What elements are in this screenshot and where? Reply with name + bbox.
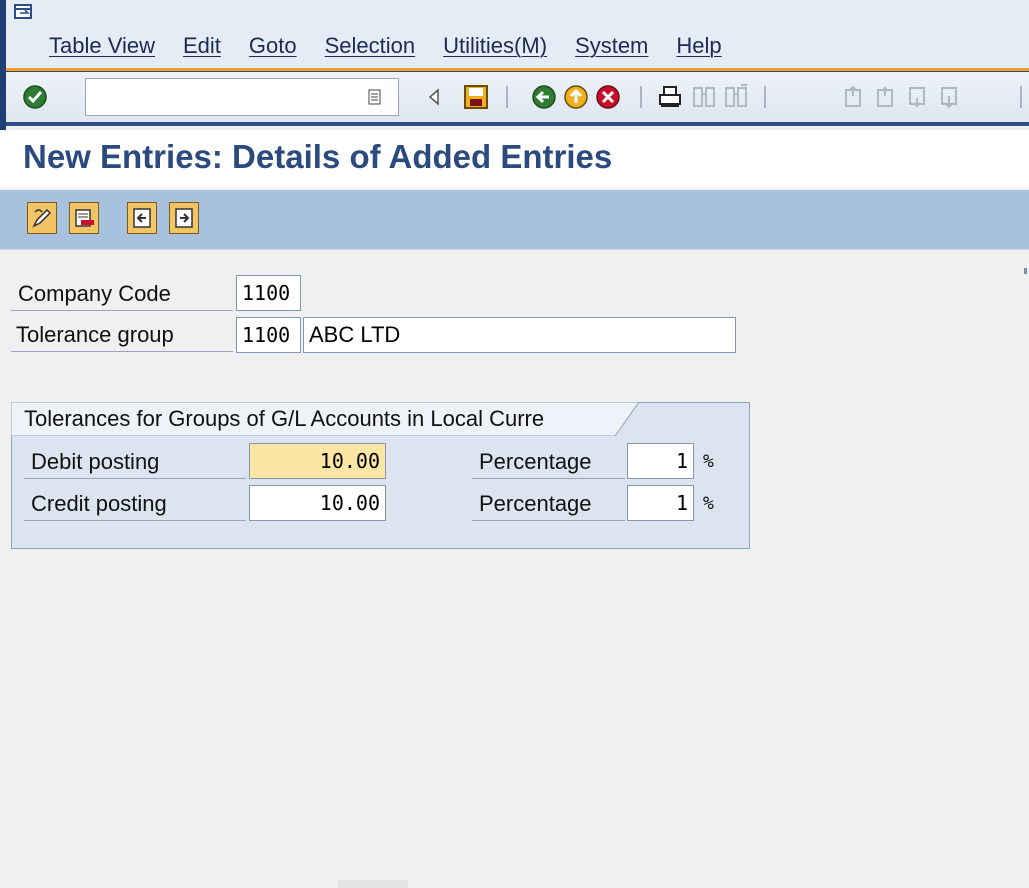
toolbar-separator: [506, 86, 508, 108]
toolbar-separator: [764, 86, 766, 108]
toolbar-separator: [1020, 86, 1022, 108]
label-underline: [472, 478, 625, 479]
label-underline: [472, 520, 625, 521]
label-underline: [11, 351, 233, 352]
enter-icon[interactable]: [22, 84, 48, 110]
find-next-icon[interactable]: [722, 83, 750, 111]
app-menu-icon[interactable]: [14, 4, 32, 20]
menu-selection[interactable]: Selection: [325, 33, 416, 61]
change-icon[interactable]: [27, 202, 57, 234]
exit-icon[interactable]: [562, 83, 590, 111]
debit-percentage-input[interactable]: 1: [627, 443, 694, 479]
last-page-icon[interactable]: [936, 83, 964, 111]
command-field[interactable]: [85, 78, 399, 116]
group-box-title: Tolerances for Groups of G/L Accounts in…: [24, 406, 545, 431]
first-page-icon[interactable]: [840, 83, 868, 111]
debit-percent-sign: %: [703, 451, 714, 472]
credit-posting-amount-input[interactable]: 10.00: [249, 485, 386, 521]
credit-percentage-label: Percentage: [479, 491, 592, 516]
next-entry-icon[interactable]: [169, 202, 199, 234]
company-code-input[interactable]: 1100: [236, 275, 301, 311]
command-dropdown-icon[interactable]: [368, 89, 382, 105]
menu-goto[interactable]: Goto: [249, 33, 297, 61]
page-title: New Entries: Details of Added Entries: [23, 138, 613, 175]
menu-items: Table View Edit Goto Selection Utilities…: [49, 33, 750, 61]
system-toolbar: [6, 68, 1029, 126]
tolerance-group-description: ABC LTD: [303, 317, 736, 353]
print-icon[interactable]: [656, 83, 684, 111]
toolbar-separator: [640, 86, 642, 108]
save-icon[interactable]: [462, 83, 490, 111]
label-underline: [24, 520, 246, 521]
credit-percentage-input[interactable]: 1: [627, 485, 694, 521]
menu-bar: Table View Edit Goto Selection Utilities…: [6, 0, 1029, 68]
status-bar-fragment: [338, 880, 408, 888]
application-toolbar: [0, 190, 1029, 250]
previous-page-icon[interactable]: [872, 83, 900, 111]
tolerance-group-input[interactable]: 1100: [236, 317, 301, 353]
credit-percent-sign: %: [703, 493, 714, 514]
cancel-icon[interactable]: [594, 83, 622, 111]
debit-percentage-label: Percentage: [479, 449, 592, 474]
back-icon[interactable]: [530, 83, 558, 111]
company-code-label: Company Code: [18, 281, 171, 306]
menu-system[interactable]: System: [575, 33, 648, 61]
tolerance-group-label: Tolerance group: [16, 322, 174, 347]
previous-entry-icon[interactable]: [127, 202, 157, 234]
find-icon[interactable]: [690, 83, 718, 111]
menu-utilities[interactable]: Utilities(M): [443, 33, 547, 61]
next-page-icon[interactable]: [904, 83, 932, 111]
credit-posting-label: Credit posting: [31, 491, 167, 516]
scrollbar-marker[interactable]: [1024, 268, 1027, 274]
debit-posting-amount-input[interactable]: 10.00: [249, 443, 386, 479]
label-underline: [24, 478, 246, 479]
menu-table-view[interactable]: Table View: [49, 33, 155, 61]
delete-icon[interactable]: [69, 202, 99, 234]
back-triangle-icon[interactable]: [420, 83, 448, 111]
menu-edit[interactable]: Edit: [183, 33, 221, 61]
menu-help[interactable]: Help: [676, 33, 721, 61]
debit-posting-label: Debit posting: [31, 449, 160, 474]
toolbar-accent-line: [6, 68, 1029, 71]
label-underline: [11, 310, 233, 311]
